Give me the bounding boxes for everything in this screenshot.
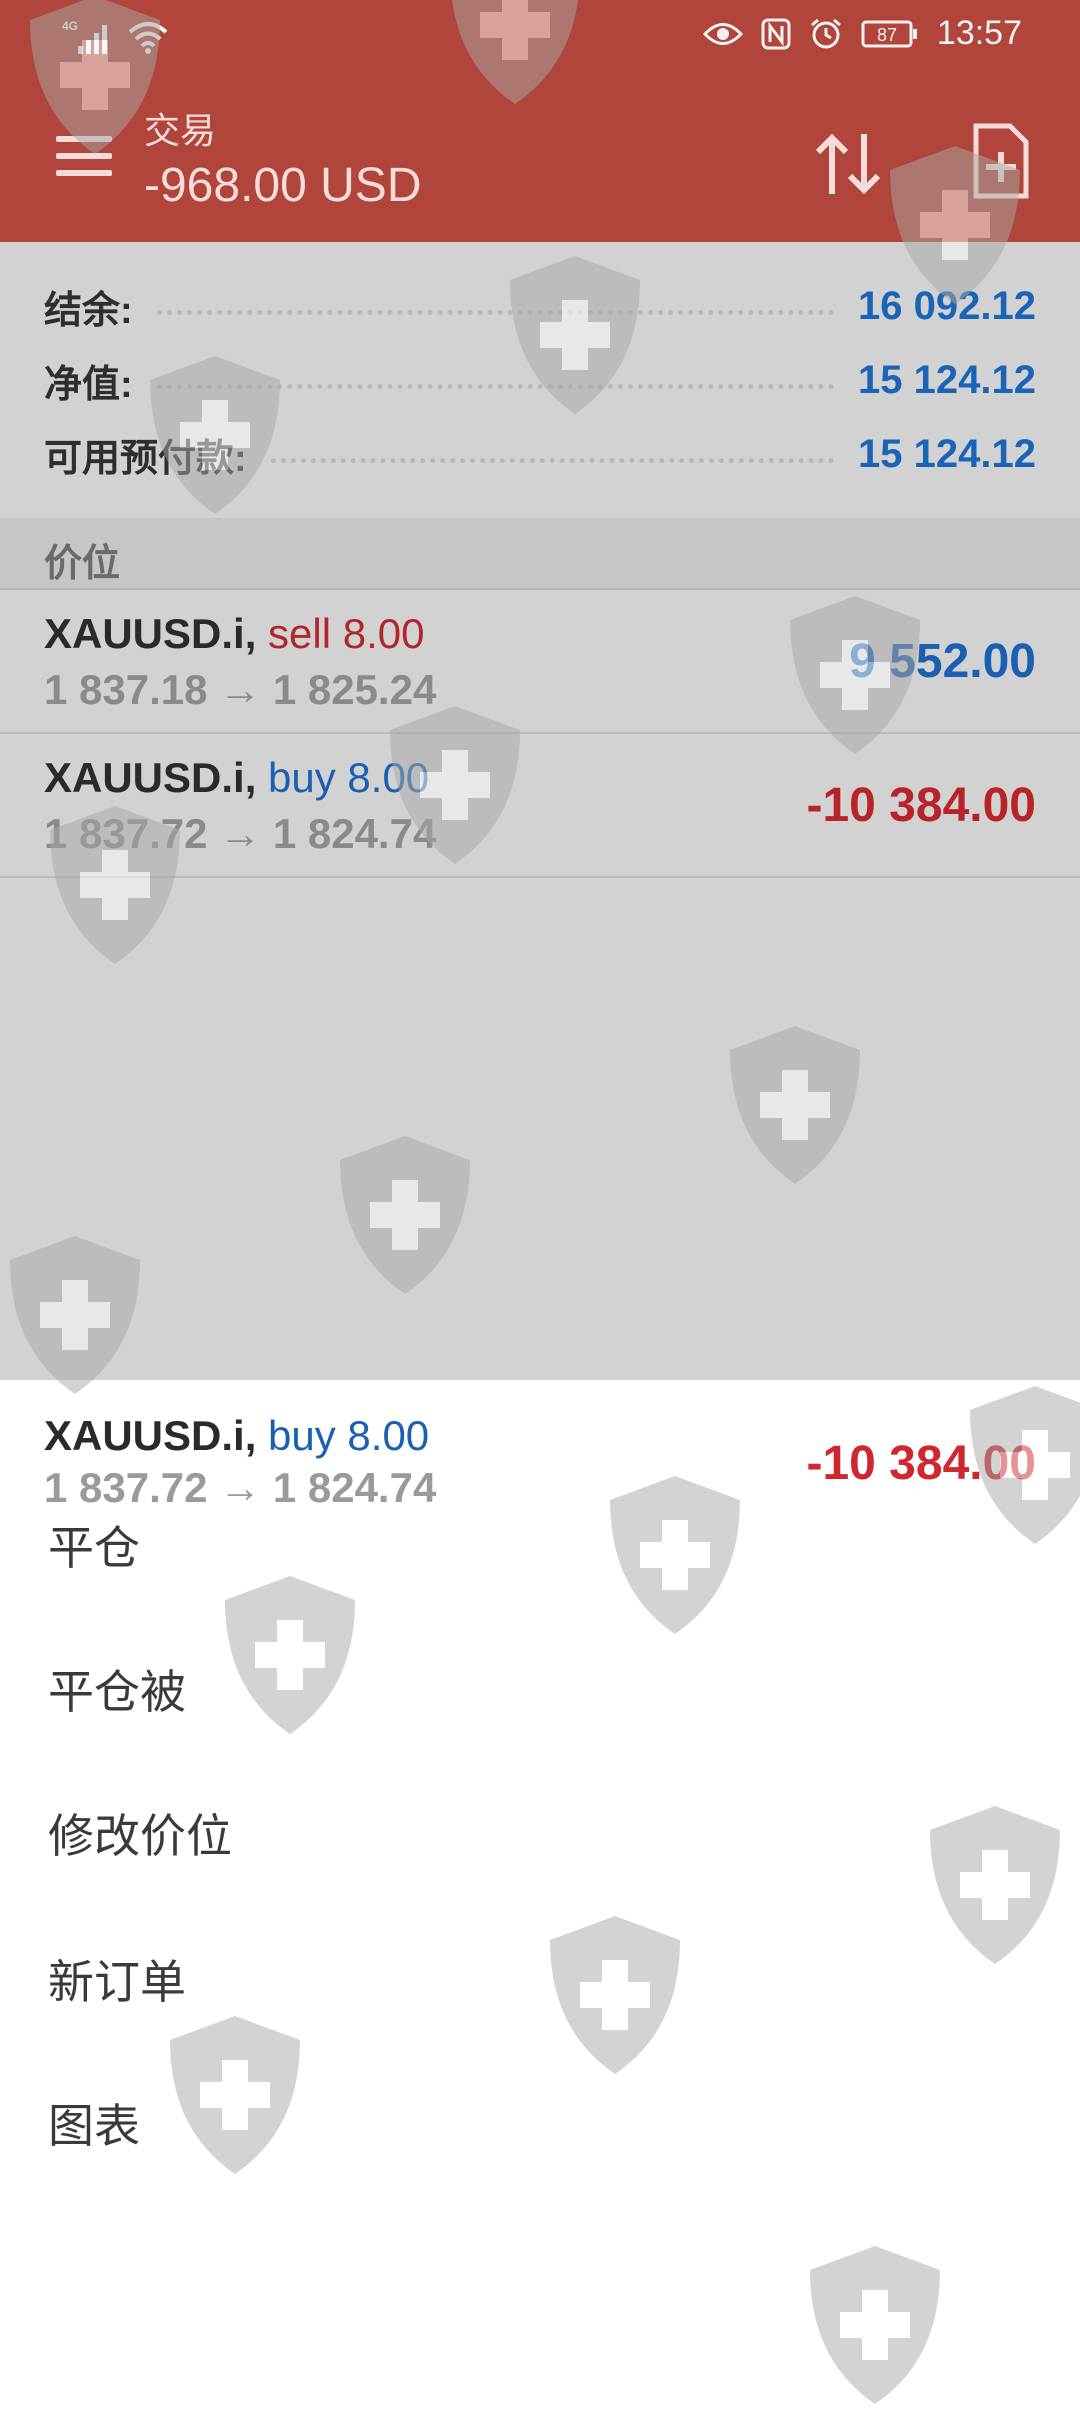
- menu-item-chart[interactable]: 图表: [48, 2090, 140, 2156]
- position-side: buy 8.00: [268, 754, 430, 801]
- dots-divider: [270, 457, 835, 463]
- selected-side: buy 8.00: [268, 1412, 430, 1459]
- section-title: 价位: [44, 543, 121, 585]
- selected-position-title: XAUUSD.i, buy 8.00: [44, 1412, 429, 1460]
- balance-value: 16 092.12: [858, 283, 1036, 328]
- position-prices: 1 837.72 → 1 824.74: [44, 810, 437, 857]
- position-row[interactable]: XAUUSD.i, sell 8.00 1 837.18 → 1 825.24 …: [0, 590, 1080, 734]
- summary-row-equity: 净值: 15 124.12: [44, 350, 1036, 410]
- position-action-sheet: XAUUSD.i, buy 8.00 1 837.72 → 1 824.74 -…: [0, 1380, 1080, 2340]
- menu-item-close-by[interactable]: 平仓被: [48, 1656, 186, 1722]
- signal-icon: 4G: [60, 18, 112, 58]
- equity-label: 净值:: [44, 363, 133, 406]
- summary-row-balance: 结余: 16 092.12: [44, 276, 1036, 336]
- menu-item-new-order[interactable]: 新订单: [48, 1946, 186, 2012]
- position-title: XAUUSD.i, sell 8.00: [44, 610, 424, 658]
- dots-divider: [156, 309, 835, 315]
- position-profit: -10 384.00: [806, 779, 1036, 832]
- wifi-icon: [126, 20, 170, 56]
- summary-row-free-margin: 可用预付款: 15 124.12: [44, 424, 1036, 484]
- sort-icon[interactable]: [808, 124, 888, 204]
- nfc-icon: [761, 18, 791, 50]
- network-label: 4G: [62, 19, 78, 33]
- menu-item-close-position[interactable]: 平仓: [48, 1512, 140, 1578]
- positions-section-header: 价位: [0, 518, 1080, 590]
- status-right: 87 13:57: [702, 14, 1022, 53]
- eye-icon: [702, 21, 743, 47]
- selected-prices: 1 837.72 → 1 824.74: [44, 1464, 437, 1511]
- account-profit: -968.00 USD: [144, 159, 422, 212]
- position-profit: 9 552.00: [849, 635, 1036, 688]
- app-title: 交易: [144, 110, 217, 151]
- selected-position: XAUUSD.i, buy 8.00 1 837.72 → 1 824.74 -…: [0, 1380, 1080, 1530]
- position-title: XAUUSD.i, buy 8.00: [44, 754, 429, 802]
- balance-label: 结余:: [44, 289, 133, 332]
- status-bar: 4G 87 13:57: [0, 0, 1080, 72]
- battery-level: 87: [877, 25, 897, 45]
- account-summary: 结余: 16 092.12 净值: 15 124.12 可用预付款: 15 12…: [0, 242, 1080, 520]
- trade-content-dimmed: 结余: 16 092.12 净值: 15 124.12 可用预付款: 15 12…: [0, 242, 1080, 1380]
- position-side: sell 8.00: [268, 610, 425, 657]
- status-left: 4G: [60, 18, 170, 58]
- equity-value: 15 124.12: [858, 357, 1036, 402]
- menu-item-modify-position[interactable]: 修改价位: [48, 1800, 232, 1866]
- position-prices: 1 837.18 → 1 825.24: [44, 666, 437, 713]
- battery-icon: 87: [861, 19, 919, 49]
- menu-icon[interactable]: [56, 136, 112, 176]
- free-margin-value: 15 124.12: [858, 431, 1036, 476]
- dots-divider: [156, 383, 835, 389]
- status-time: 13:57: [936, 14, 1022, 52]
- selected-symbol: XAUUSD.i,: [44, 1412, 257, 1459]
- position-symbol: XAUUSD.i,: [44, 610, 257, 657]
- position-symbol: XAUUSD.i,: [44, 754, 257, 801]
- add-document-icon[interactable]: [972, 122, 1030, 200]
- position-row[interactable]: XAUUSD.i, buy 8.00 1 837.72 → 1 824.74 -…: [0, 734, 1080, 878]
- selected-profit: -10 384.00: [806, 1437, 1036, 1490]
- alarm-icon: [809, 17, 843, 51]
- free-margin-label: 可用预付款:: [44, 437, 247, 480]
- app-bar: 交易 -968.00 USD: [0, 72, 1080, 242]
